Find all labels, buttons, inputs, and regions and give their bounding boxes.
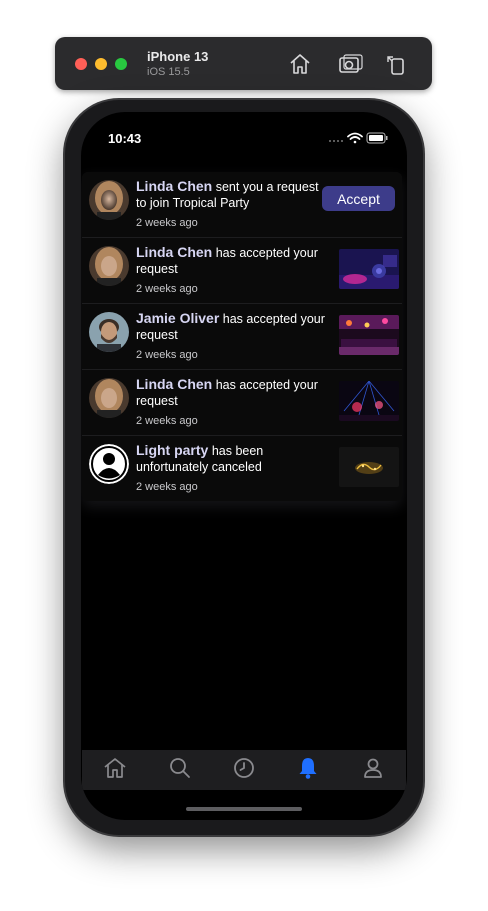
- notification-item[interactable]: Linda Chen has accepted your request 2 w…: [82, 370, 402, 436]
- accept-button[interactable]: Accept: [322, 186, 395, 211]
- cellular-icon: [329, 140, 343, 142]
- home-indicator[interactable]: [186, 807, 302, 811]
- minimize-window-button[interactable]: [95, 58, 107, 70]
- notification-time: 2 weeks ago: [136, 481, 198, 493]
- screenshot-icon[interactable]: [337, 51, 363, 77]
- notification-name[interactable]: Linda Chen: [136, 178, 212, 194]
- light-party-logo[interactable]: [339, 447, 399, 487]
- profile-icon[interactable]: [360, 755, 386, 781]
- simulator-toolbar: iPhone 13 iOS 15.5: [55, 37, 432, 90]
- notification-time: 2 weeks ago: [136, 217, 198, 229]
- notification-time: 2 weeks ago: [136, 283, 198, 295]
- battery-icon: [366, 132, 388, 144]
- status-bar: 10:43: [81, 112, 407, 162]
- notification-name[interactable]: Linda Chen: [136, 244, 212, 260]
- default-user-avatar[interactable]: [89, 444, 129, 484]
- notification-item[interactable]: Light party has been unfortunately cance…: [82, 436, 402, 501]
- notification-name[interactable]: Linda Chen: [136, 376, 212, 392]
- bar-lights-photo[interactable]: [339, 315, 399, 355]
- home-icon[interactable]: [102, 755, 128, 781]
- notification-list: Linda Chen sent you a request to join Tr…: [82, 172, 402, 501]
- status-icons: [329, 132, 388, 144]
- notification-item[interactable]: Linda Chen sent you a request to join Tr…: [82, 172, 402, 238]
- device-name: iPhone 13: [147, 49, 209, 64]
- home-icon[interactable]: [287, 51, 313, 77]
- search-icon[interactable]: [167, 755, 193, 781]
- notification-time: 2 weeks ago: [136, 349, 198, 361]
- os-version: iOS 15.5: [147, 66, 190, 78]
- close-window-button[interactable]: [75, 58, 87, 70]
- linda-avatar[interactable]: [89, 378, 129, 418]
- bell-icon[interactable]: [295, 755, 321, 781]
- rotate-icon[interactable]: [383, 51, 409, 77]
- jamie-avatar[interactable]: [89, 312, 129, 352]
- clock-icon[interactable]: [231, 755, 257, 781]
- notification-item[interactable]: Jamie Oliver has accepted your request 2…: [82, 304, 402, 370]
- notification-time: 2 weeks ago: [136, 415, 198, 427]
- notification-name[interactable]: Light party: [136, 442, 208, 458]
- dj-booth-photo[interactable]: [339, 249, 399, 289]
- tab-bar: [82, 750, 406, 790]
- linda-avatar[interactable]: [89, 246, 129, 286]
- iphone-frame: 10:43 Linda Chen sent you a request to j…: [65, 100, 423, 835]
- zoom-window-button[interactable]: [115, 58, 127, 70]
- phone-screen: 10:43 Linda Chen sent you a request to j…: [81, 112, 407, 820]
- linda-avatar[interactable]: [89, 180, 129, 220]
- status-time: 10:43: [108, 131, 142, 146]
- concert-lights-photo[interactable]: [339, 381, 399, 421]
- notification-name[interactable]: Jamie Oliver: [136, 310, 219, 326]
- notification-item[interactable]: Linda Chen has accepted your request 2 w…: [82, 238, 402, 304]
- wifi-icon: [347, 132, 363, 144]
